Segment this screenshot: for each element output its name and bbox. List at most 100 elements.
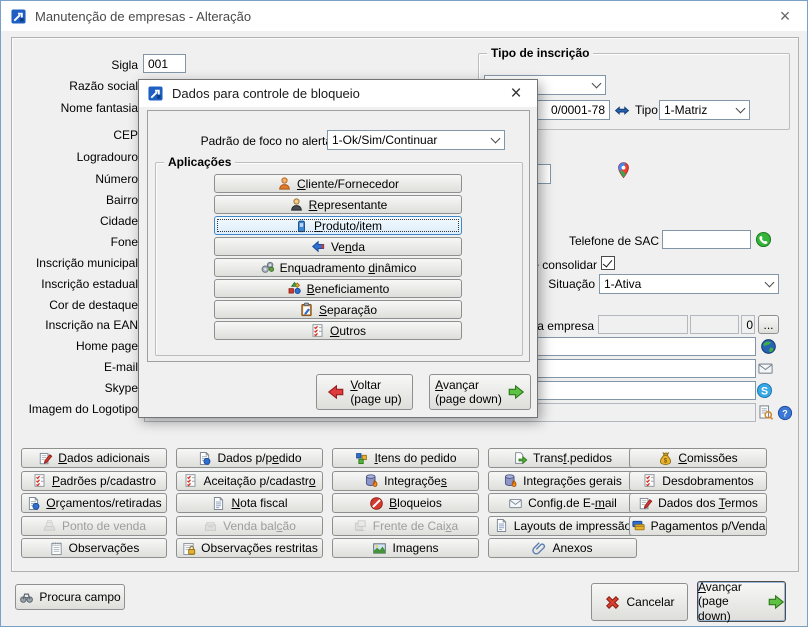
venda-button[interactable]: Venda [214,237,462,256]
focus-default-label: Padrão de foco no alerta [199,134,332,148]
dados-dos-termos-label: Dados dos Termos [658,496,758,510]
situacao-dropdown-value: 1-Ativa [604,277,760,291]
avancar-main-label: Avançar [698,580,742,594]
imagens-button[interactable]: Imagens [332,538,479,558]
form-label-numero: Número [1,172,138,186]
avancar-dialog-sublabel: (page down) [435,392,502,406]
dados-adicionais-button[interactable]: Dados adicionais [21,448,167,468]
separacao-button[interactable]: Separação [214,300,462,319]
arrow-right-icon [767,593,785,611]
doc-transfer-icon [513,451,528,466]
frente-de-caixa-label: Frente de Caixa [373,519,458,533]
cancelar-button[interactable]: Cancelar [591,583,688,621]
comissoes-button[interactable]: $Comissões [629,448,767,468]
desdobramentos-button[interactable]: Desdobramentos [629,471,767,491]
block-icon [369,496,384,511]
consolidar-checkbox[interactable] [601,256,615,270]
produto-item-button[interactable]: Produto/item [214,216,462,235]
situacao-dropdown[interactable]: 1-Ativa [599,274,779,294]
procura-campo-button[interactable]: Procura campo [15,584,125,610]
gears-icon [260,260,275,275]
form-label-inscricao-estadual: Inscrição estadual [1,277,138,291]
form-label-home-page: Home page [1,339,138,353]
cliente-fornecedor-label: Cliente/Fornecedor [297,177,399,191]
integracoes-button[interactable]: Integrações [332,471,479,491]
dialog-close-button[interactable]: × [504,83,528,105]
frente-de-caixa-button: Frente de Caixa [332,516,479,536]
avancar-dialog-label: Avançar [435,378,479,392]
layouts-de-impressao-button[interactable]: Layouts de impressão [488,516,637,536]
checklist-icon [310,323,325,338]
focus-default-dropdown[interactable]: 1-Ok/Sim/Continuar [327,130,505,150]
grid-column-4: Transf.pedidos Integrações gerais Config.d… [488,448,637,558]
ponto-de-venda-label: Ponto de venda [62,519,146,533]
link-icon[interactable] [614,102,630,118]
sac-input[interactable] [662,230,751,249]
empresa-more-button[interactable]: ... [758,315,779,334]
sigla-input[interactable] [143,54,186,73]
enquadramento-dinamico-button[interactable]: Enquadramento dinâmico [214,258,462,277]
chevron-down-icon [487,132,503,148]
product-icon [294,218,309,233]
form-label-bairro: Bairro [1,193,138,207]
config-de-e-mail-button[interactable]: Config.de E-mail [488,493,637,513]
avancar-main-button[interactable]: Avançar (page down) [697,581,786,622]
app-window: Manutenção de empresas - Alteração × Sig… [0,0,808,627]
notepad-icon [49,541,64,556]
dialog-titlebar: Dados para controle de bloqueio × [139,80,537,107]
dados-p-pedido-button[interactable]: Dados p/pedido [176,448,323,468]
globe-icon[interactable] [760,338,777,355]
observacoes-restritas-label: Observações restritas [201,541,318,555]
dados-dos-termos-button[interactable]: Dados dos Termos [629,493,767,513]
mail-icon[interactable] [757,360,774,377]
dados-p-pedido-label: Dados p/pedido [217,451,301,465]
whatsapp-icon[interactable] [755,231,772,248]
observacoes-button[interactable]: Observações [21,538,167,558]
skype-icon[interactable]: S [756,382,773,399]
form-label-nome-fantasia: Nome fantasia [1,101,138,115]
orcamentos-retiradas-button[interactable]: Orçamentos/retiradas [21,493,167,513]
padroes-p-cadastro-button[interactable]: Padrões p/cadastro [21,471,167,491]
venda-balcao-label: Venda balcão [223,519,296,533]
window-close-button[interactable]: × [773,5,797,27]
aceitacao-p-cadastro-button[interactable]: Aceitação p/cadastro [176,471,323,491]
outros-button[interactable]: Outros [214,321,462,340]
bloqueio-dialog: Dados para controle de bloqueio × Padrão… [138,79,538,418]
venda-balcao-button: Venda balcão [176,516,323,536]
representante-button[interactable]: Representante [214,195,462,214]
layouts-de-impressao-label: Layouts de impressão [514,519,631,533]
form-label-logradouro: Logradouro [1,150,138,164]
shapes-icon [287,281,302,296]
itens-do-pedido-button[interactable]: Itens do pedido [332,448,479,468]
beneficiamento-button[interactable]: Beneficiamento [214,279,462,298]
integracoes-gerais-button[interactable]: Integrações gerais [488,471,637,491]
edit-doc-icon [638,496,653,511]
moneybag-icon: $ [658,451,673,466]
procura-campo-label: Procura campo [39,590,120,604]
pos-icon [42,518,57,533]
bloqueios-button[interactable]: Bloqueios [332,493,479,513]
anexos-button[interactable]: Anexos [488,538,637,558]
doc-lines-icon [211,496,226,511]
application-buttons: Cliente/Fornecedor Representante Produto/i… [214,174,462,340]
doc-search-icon[interactable] [757,404,774,421]
app-logo-icon [148,86,163,101]
form-label-imagem-do-logotipo: Imagem do Logotipo [1,402,138,416]
window-titlebar: Manutenção de empresas - Alteração × [1,1,807,31]
avancar-dialog-button[interactable]: Avançar (page down) [429,374,531,410]
map-pin-icon[interactable] [615,160,632,180]
checklist-icon [32,473,47,488]
config-de-e-mail-label: Config.de E-mail [528,496,617,510]
counter-icon [203,518,218,533]
voltar-button[interactable]: Voltar (page up) [316,374,413,410]
tipo-dropdown[interactable]: 1-Matriz [659,100,750,120]
orcamentos-retiradas-label: Orçamentos/retiradas [46,496,161,510]
pagamentos-p-venda-button[interactable]: Pagamentos p/Venda [629,516,767,536]
observacoes-restritas-button[interactable]: Observações restritas [176,538,323,558]
notepad-lock-icon [181,541,196,556]
checklist-icon [642,473,657,488]
transf-pedidos-button[interactable]: Transf.pedidos [488,448,637,468]
help-icon[interactable]: ? [777,405,793,421]
cliente-fornecedor-button[interactable]: Cliente/Fornecedor [214,174,462,193]
nota-fiscal-button[interactable]: Nota fiscal [176,493,323,513]
